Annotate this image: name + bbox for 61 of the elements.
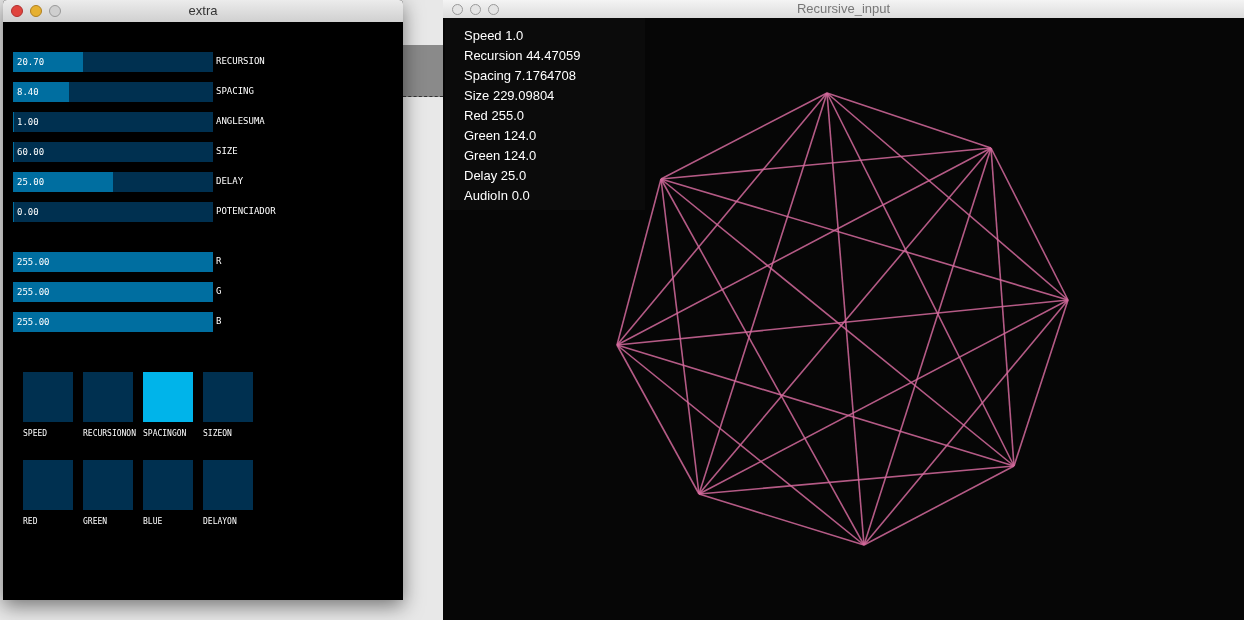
readout-text: Speed 1.0 — [464, 27, 525, 45]
toggle-button[interactable] — [203, 372, 253, 422]
slider-value: 1.00 — [17, 116, 39, 128]
slider-label: B — [216, 315, 222, 329]
toggle-label: RED — [23, 516, 39, 528]
slider[interactable]: 8.40 — [13, 82, 213, 102]
slider-value: 0.00 — [17, 206, 39, 218]
toggle-button[interactable] — [23, 460, 73, 510]
toggle-label: GREEN — [83, 516, 109, 528]
readout-text: Delay 25.0 — [464, 167, 528, 185]
readout-text: AudioIn 0.0 — [464, 187, 531, 205]
toggle-button[interactable] — [143, 372, 193, 422]
readout-text: Green 124.0 — [464, 147, 538, 165]
readout-text: Green 124.0 — [464, 127, 538, 145]
toggle-button[interactable] — [83, 372, 133, 422]
slider-value: 255.00 — [17, 316, 50, 328]
slider-label: SPACING — [216, 85, 254, 99]
slider[interactable]: 255.00 — [13, 282, 213, 302]
readout-text: Recursion 44.47059 — [464, 47, 582, 65]
slider[interactable]: 255.00 — [13, 252, 213, 272]
minimize-button[interactable] — [30, 5, 42, 17]
toggle-button[interactable] — [83, 460, 133, 510]
window-title: extra — [188, 2, 218, 21]
slider[interactable]: 1.00 — [13, 112, 213, 132]
toggle-label: DELAYON — [203, 516, 238, 528]
close-button[interactable] — [452, 3, 463, 15]
toggle-label: SPACINGON — [143, 428, 188, 440]
slider-label: SIZE — [216, 145, 238, 159]
slider-value: 255.00 — [17, 256, 50, 268]
slider-value: 20.70 — [17, 56, 45, 68]
slider-value: 8.40 — [17, 86, 39, 98]
toggle-label: SPEED — [23, 428, 49, 440]
slider[interactable]: 20.70 — [13, 52, 213, 72]
toggle-label: BLUE — [143, 516, 164, 528]
toggle-button[interactable] — [203, 460, 253, 510]
toggle-label: RECURSIONON — [83, 428, 137, 440]
slider-label: R — [216, 255, 222, 269]
slider-value: 60.00 — [17, 146, 45, 158]
slider-label: DELAY — [216, 175, 244, 189]
slider-label: POTENCIADOR — [216, 205, 276, 219]
toggle-label: SIZEON — [203, 428, 233, 440]
slider[interactable]: 255.00 — [13, 312, 213, 332]
slider[interactable]: 0.00 — [13, 202, 213, 222]
slider[interactable]: 25.00 — [13, 172, 213, 192]
slider-value: 255.00 — [17, 286, 50, 298]
slider-label: G — [216, 285, 222, 299]
zoom-button[interactable] — [49, 5, 61, 17]
slider-label: RECURSION — [216, 55, 265, 69]
zoom-button[interactable] — [488, 3, 499, 15]
readout-text: Size 229.09804 — [464, 87, 556, 105]
toggle-button[interactable] — [143, 460, 193, 510]
slider-value: 25.00 — [17, 176, 45, 188]
minimize-button[interactable] — [470, 3, 481, 15]
readout-text: Red 255.0 — [464, 107, 525, 125]
close-button[interactable] — [11, 5, 23, 17]
slider-label: ANGLESUMA — [216, 115, 265, 129]
slider[interactable]: 60.00 — [13, 142, 213, 162]
toggle-button[interactable] — [23, 372, 73, 422]
background-window — [403, 45, 443, 97]
window-title: Recursive_input — [796, 0, 891, 19]
readout-text: Spacing 7.1764708 — [464, 67, 578, 85]
